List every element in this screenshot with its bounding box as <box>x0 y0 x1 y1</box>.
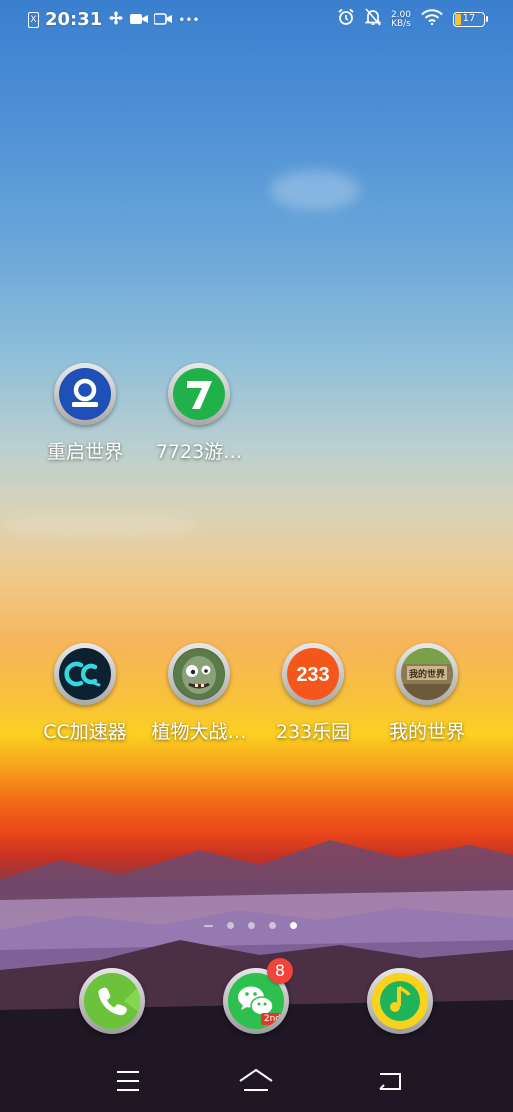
camera-icon <box>130 10 149 30</box>
app-label: CC加速器 <box>43 721 127 743</box>
status-right: 2.00 KB/s 17 <box>337 8 488 31</box>
page-indicator[interactable] <box>204 922 297 929</box>
video-icon <box>153 10 173 30</box>
app-label: 7723游… <box>155 441 243 463</box>
page-dot-active[interactable] <box>290 922 297 929</box>
app-label: 我的世界 <box>388 721 465 743</box>
wallpaper-cloud <box>0 515 200 537</box>
two-three-three-icon-text: 233 <box>296 664 329 686</box>
menu-button[interactable] <box>108 1066 148 1096</box>
home-button[interactable] <box>236 1066 276 1096</box>
app-plants-vs-zombies[interactable]: 植物大战… <box>149 643 249 744</box>
cc-accelerator-icon <box>54 643 116 705</box>
app-minecraft[interactable]: 我的世界 我的世界 <box>377 643 477 744</box>
battery-indicator: 17 <box>453 12 488 27</box>
app-7723[interactable]: 7723游… <box>149 363 249 464</box>
status-left: X 20:31 ••• <box>28 9 200 30</box>
more-dots-icon: ••• <box>178 12 200 27</box>
status-bar: X 20:31 ••• 2.00 KB/s 17 <box>0 0 513 40</box>
back-icon <box>379 1073 401 1090</box>
alarm-clock-icon <box>337 8 355 31</box>
wallpaper-cloud <box>270 170 360 210</box>
dock-qq-music[interactable] <box>367 968 433 1034</box>
two-three-three-icon: 233 <box>282 643 344 705</box>
page-dot-minus-one[interactable] <box>204 924 213 927</box>
qq-music-icon <box>372 973 428 1029</box>
phone-icon <box>84 973 140 1029</box>
app-233-park[interactable]: 233 233乐园 <box>263 643 363 744</box>
wifi-icon <box>421 9 443 30</box>
page-dot[interactable] <box>227 922 234 929</box>
fan-icon <box>108 10 124 30</box>
minecraft-icon-text: 我的世界 <box>409 668 445 680</box>
page-dot[interactable] <box>248 922 255 929</box>
back-button[interactable] <box>370 1066 410 1096</box>
dock-wechat[interactable]: 2nd 8 <box>223 958 293 1034</box>
navigation-bar <box>0 1050 513 1112</box>
page-dot[interactable] <box>269 922 276 929</box>
network-speed: 2.00 KB/s <box>391 10 411 29</box>
bell-off-icon <box>364 8 382 31</box>
sim-icon: X <box>28 11 39 28</box>
notification-badge: 8 <box>267 958 293 984</box>
minecraft-icon: 我的世界 <box>396 643 458 705</box>
battery-level: 17 <box>462 13 476 24</box>
home-icon <box>239 1068 273 1091</box>
dock-phone[interactable] <box>79 968 145 1034</box>
app-cc-accelerator[interactable]: CC加速器 <box>35 643 135 744</box>
status-time: 20:31 <box>45 9 103 30</box>
menu-lines-icon <box>117 1071 139 1091</box>
reboot-world-icon <box>54 363 116 425</box>
app-reboot-world[interactable]: 重启世界 <box>35 363 135 464</box>
network-speed-unit: KB/s <box>391 18 411 29</box>
seven-seven-two-three-icon <box>168 363 230 425</box>
second-account-tag: 2nd <box>260 1013 284 1025</box>
zombie-icon <box>168 643 230 705</box>
app-label: 植物大战… <box>151 721 247 743</box>
app-label: 重启世界 <box>46 441 123 463</box>
app-label: 233乐园 <box>275 721 351 743</box>
